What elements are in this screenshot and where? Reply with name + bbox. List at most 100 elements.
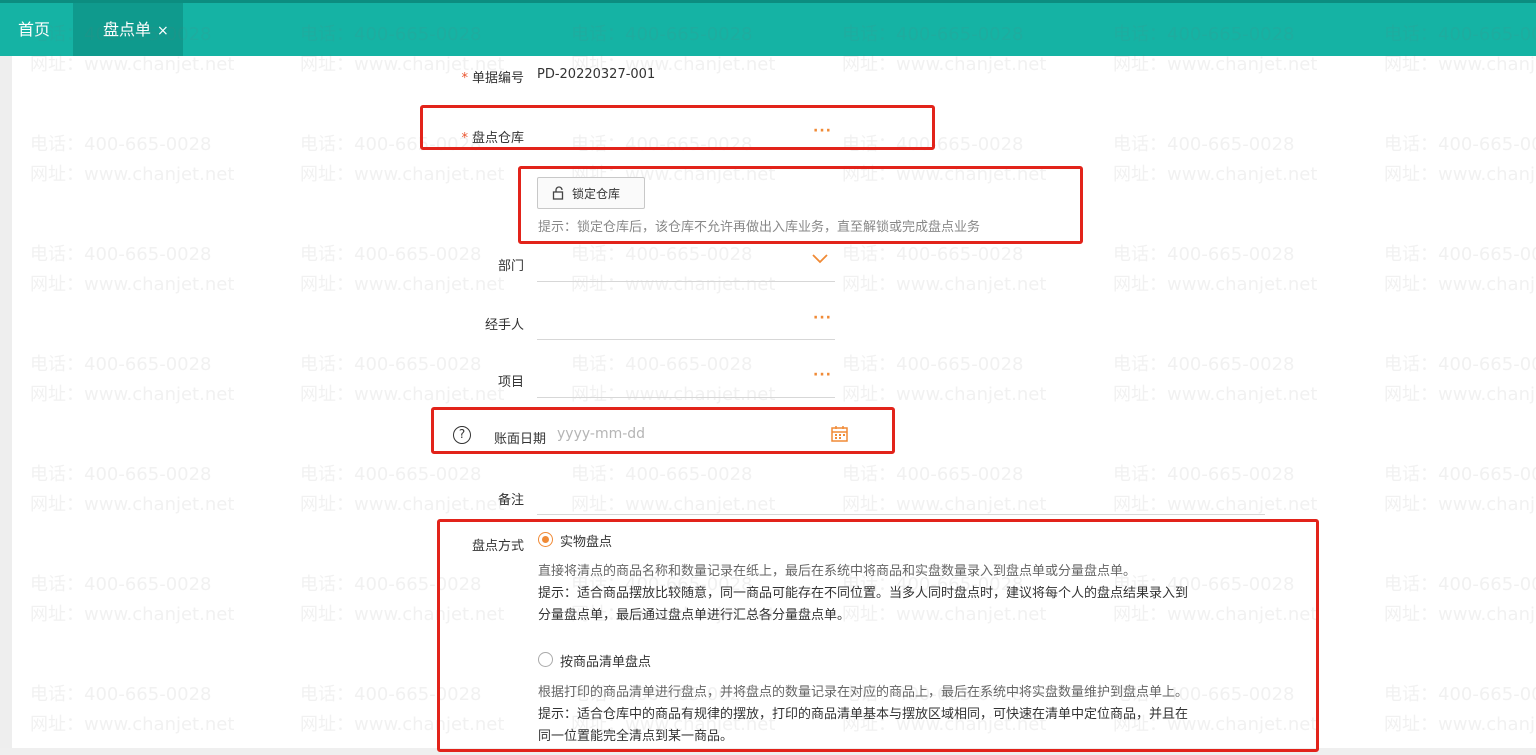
watermark-site: 网址：www.chanjet.net: [1384, 604, 1536, 625]
handler-underline: [537, 339, 835, 340]
watermark-tile: 电话：400-665-0028 网址：www.chanjet.net: [1384, 570, 1536, 630]
watermark-site: 网址：www.chanjet.net: [30, 384, 235, 405]
watermark-phone: 电话：400-665-0028: [30, 134, 212, 155]
handler-label: 经手人: [484, 318, 524, 333]
watermark-tile: 电话：400-665-0028 网址：www.chanjet.net: [30, 240, 234, 300]
watermark-phone: 电话：400-665-0028: [842, 354, 1024, 375]
watermark-phone: 电话：400-665-0028: [30, 464, 212, 485]
option-physical-count-desc-1: 直接将清点的商品名称和数量记录在纸上，最后在系统中将商品和实盘数量录入到盘点单或…: [538, 564, 1137, 579]
doc-no-value: PD-20220327-001: [537, 67, 656, 82]
watermark-site: 网址：www.chanjet.net: [1113, 164, 1318, 185]
left-gutter: [0, 56, 12, 755]
watermark-tile: 电话：400-665-0028 网址：www.chanjet.net: [30, 130, 234, 190]
watermark-tile: 电话：400-665-0028 网址：www.chanjet.net: [300, 570, 504, 630]
watermark-phone: 电话：400-665-0028: [300, 464, 482, 485]
watermark-phone: 电话：400-665-0028: [1384, 684, 1536, 705]
watermark-site: 网址：www.chanjet.net: [842, 164, 1047, 185]
watermark-phone: 电话：400-665-0028: [842, 244, 1024, 265]
watermark-phone: 电话：400-665-0028: [1113, 134, 1295, 155]
tab-label: 盘点单: [103, 20, 152, 39]
watermark-phone: 电话：400-665-0028: [1113, 244, 1295, 265]
watermark-phone: 电话：400-665-0028: [1384, 354, 1536, 375]
remark-underline: [537, 514, 1265, 515]
watermark-site: 网址：www.chanjet.net: [842, 274, 1047, 295]
ellipsis-icon[interactable]: ···: [813, 367, 832, 383]
watermark-site: 网址：www.chanjet.net: [1384, 164, 1536, 185]
radio-physical-count[interactable]: [538, 532, 553, 547]
remark-field[interactable]: [537, 480, 1265, 514]
department-label: 部门: [497, 259, 524, 274]
watermark-site: 网址：www.chanjet.net: [842, 384, 1047, 405]
watermark-site: 网址：www.chanjet.net: [1113, 274, 1318, 295]
option-physical-count-desc-3: 分量盘点单，最后通过盘点单进行汇总各分量盘点单。: [538, 608, 851, 623]
watermark-phone: 电话：400-665-0028: [30, 684, 212, 705]
watermark-site: 网址：www.chanjet.net: [30, 274, 235, 295]
watermark-site: 网址：www.chanjet.net: [300, 164, 505, 185]
watermark-tile: 电话：400-665-0028 网址：www.chanjet.net: [30, 350, 234, 410]
book-date-label: 账面日期: [493, 432, 546, 447]
watermark-site: 网址：www.chanjet.net: [1384, 714, 1536, 735]
watermark-site: 网址：www.chanjet.net: [1384, 274, 1536, 295]
watermark-phone: 电话：400-665-0028: [30, 354, 212, 375]
ellipsis-icon[interactable]: ···: [813, 310, 832, 326]
watermark-tile: 电话：400-665-0028 网址：www.chanjet.net: [1384, 240, 1536, 300]
watermark-site: 网址：www.chanjet.net: [300, 604, 505, 625]
calendar-icon[interactable]: [831, 425, 848, 442]
book-date-input[interactable]: yyyy-mm-dd: [557, 426, 645, 442]
lock-warehouse-button[interactable]: 锁定仓库: [537, 177, 645, 209]
lock-open-icon: [552, 186, 564, 200]
watermark-phone: 电话：400-665-0028: [1113, 354, 1295, 375]
option-list-count-desc-3: 同一位置能完全清点到某一商品。: [538, 729, 734, 744]
watermark-phone: 电话：400-665-0028: [30, 244, 212, 265]
project-field[interactable]: [537, 362, 835, 396]
option-list-count-desc-2: 提示：适合仓库中的商品有规律的摆放，打印的商品清单基本与摆放区域相同，可快速在清…: [538, 707, 1189, 722]
remark-label: 备注: [497, 493, 524, 508]
watermark-site: 网址：www.chanjet.net: [300, 274, 505, 295]
watermark-phone: 电话：400-665-0028: [1384, 464, 1536, 485]
watermark-site: 网址：www.chanjet.net: [30, 494, 235, 515]
watermark-tile: 电话：400-665-0028 网址：www.chanjet.net: [1384, 350, 1536, 410]
watermark-phone: 电话：400-665-0028: [842, 134, 1024, 155]
chevron-down-icon[interactable]: [812, 254, 828, 264]
watermark-phone: 电话：400-665-0028: [1384, 574, 1536, 595]
radio-list-count[interactable]: [538, 652, 553, 667]
watermark-tile: 电话：400-665-0028 网址：www.chanjet.net: [1113, 130, 1317, 190]
close-icon[interactable]: ×: [157, 23, 169, 39]
project-underline: [537, 397, 835, 398]
watermark-tile: 电话：400-665-0028 网址：www.chanjet.net: [1113, 350, 1317, 410]
watermark-tile: 电话：400-665-0028 网址：www.chanjet.net: [1384, 460, 1536, 520]
lock-warehouse-label: 锁定仓库: [572, 186, 621, 201]
watermark-tile: 电话：400-665-0028 网址：www.chanjet.net: [300, 680, 504, 740]
warehouse-label: * 盘点仓库: [461, 131, 524, 146]
ellipsis-icon[interactable]: ···: [813, 123, 832, 139]
help-icon[interactable]: ?: [453, 426, 471, 444]
warehouse-field[interactable]: [537, 118, 835, 146]
watermark-tile: 电话：400-665-0028 网址：www.chanjet.net: [30, 570, 234, 630]
method-label: 盘点方式: [471, 539, 524, 554]
watermark-tile: 电话：400-665-0028 网址：www.chanjet.net: [1113, 240, 1317, 300]
lock-hint: 提示：锁定仓库后，该仓库不允许再做出入库业务，直至解锁或完成盘点业务: [538, 220, 981, 235]
watermark-tile: 电话：400-665-0028 网址：www.chanjet.net: [1384, 680, 1536, 740]
watermark-phone: 电话：400-665-0028: [1384, 134, 1536, 155]
watermark-phone: 电话：400-665-0028: [1384, 244, 1536, 265]
watermark-tile: 电话：400-665-0028 网址：www.chanjet.net: [30, 680, 234, 740]
watermark-site: 网址：www.chanjet.net: [30, 164, 235, 185]
watermark-tile: 电话：400-665-0028 网址：www.chanjet.net: [842, 350, 1046, 410]
option-list-count-desc-1: 根据打印的商品清单进行盘点，并将盘点的数量记录在对应的商品上，最后在系统中将实盘…: [538, 685, 1189, 700]
option-list-count-label[interactable]: 按商品清单盘点: [560, 651, 651, 670]
watermark-tile: 电话：400-665-0028 网址：www.chanjet.net: [842, 240, 1046, 300]
tab-stocktake-order[interactable]: 盘点单 ×: [73, 3, 183, 56]
watermark-site: 网址：www.chanjet.net: [30, 604, 235, 625]
watermark-phone: 电话：400-665-0028: [300, 684, 482, 705]
watermark-tile: 电话：400-665-0028 网址：www.chanjet.net: [1384, 130, 1536, 190]
handler-field[interactable]: [537, 305, 835, 339]
top-tab-bar: 首页 盘点单 ×: [0, 0, 1536, 56]
option-physical-count-desc-2: 提示：适合商品摆放比较随意，同一商品可能存在不同位置。当多人同时盘点时，建议将每…: [538, 586, 1189, 601]
option-physical-count-label[interactable]: 实物盘点: [560, 531, 612, 550]
watermark-tile: 电话：400-665-0028 网址：www.chanjet.net: [30, 460, 234, 520]
tab-home[interactable]: 首页: [18, 3, 50, 56]
department-select[interactable]: [537, 246, 835, 280]
watermark-site: 网址：www.chanjet.net: [1113, 384, 1318, 405]
bottom-edge: [0, 748, 1536, 755]
watermark-phone: 电话：400-665-0028: [30, 574, 212, 595]
